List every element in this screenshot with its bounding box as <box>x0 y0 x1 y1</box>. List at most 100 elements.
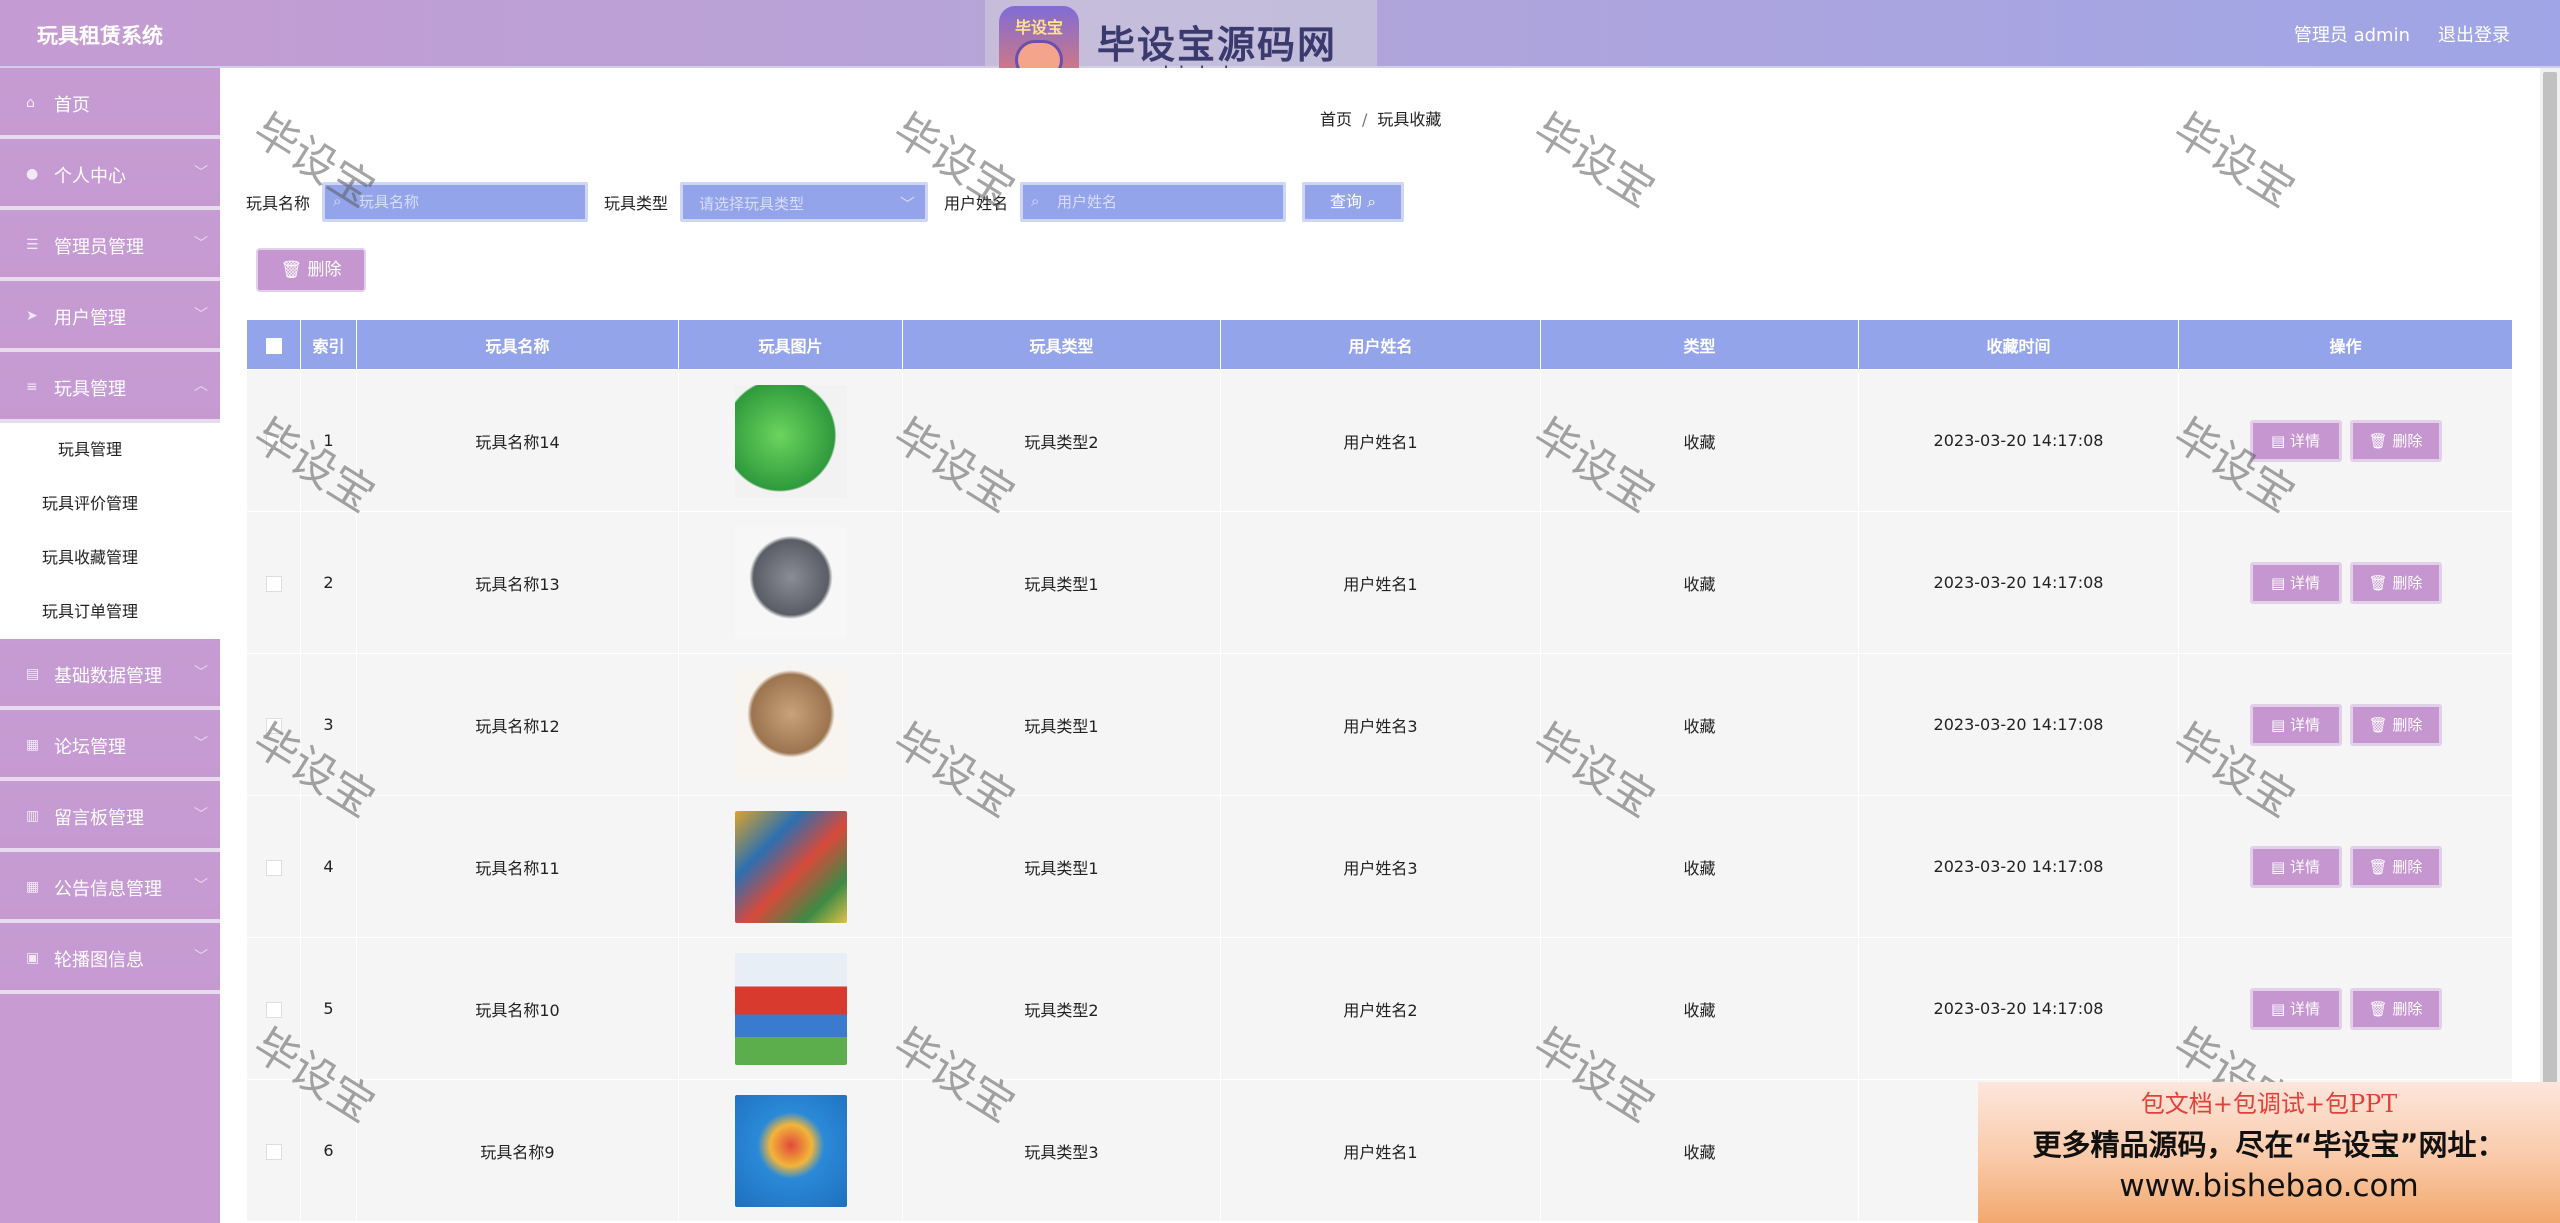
detail-button[interactable]: ▤ 详情 <box>2249 561 2342 604</box>
delete-row-button[interactable]: 🗑 删除 <box>2349 419 2442 462</box>
cell-kind: 收藏 <box>1540 369 1859 512</box>
cell-favorite-time: 2023-03-20 14:17:08 <box>1858 795 2179 938</box>
delete-row-button[interactable]: 🗑 删除 <box>2349 561 2442 604</box>
toy-image[interactable] <box>734 952 847 1065</box>
cell-user-name: 用户姓名1 <box>1220 1079 1541 1222</box>
sidebar-item-basic-data[interactable]: ▤ 基础数据管理 ﹀ <box>0 642 220 710</box>
logout-link[interactable]: 退出登录 <box>2438 21 2510 47</box>
cell-kind: 收藏 <box>1540 1079 1859 1222</box>
cell-favorite-time: 2023-03-20 14:17:08 <box>1858 511 2179 654</box>
cell-index: 4 <box>300 795 357 938</box>
logo-badge-text: 毕设宝 <box>1014 18 1063 37</box>
detail-button-label: 详情 <box>2289 431 2320 450</box>
toy-image[interactable] <box>734 668 847 781</box>
toy-image[interactable] <box>734 810 847 923</box>
sidebar-item-forum[interactable]: ▦ 论坛管理 ﹀ <box>0 713 220 781</box>
admin-label[interactable]: 管理员 admin <box>2294 21 2410 47</box>
chevron-down-icon: ﹀ <box>194 307 208 323</box>
sidebar-item-toy-management[interactable]: ≡ 玩具管理 ︿ <box>0 355 220 423</box>
table-row: 1 玩具名称14 玩具类型2 用户姓名1 收藏 2023-03-20 14:17… <box>246 369 2513 512</box>
cell-favorite-time: 2023-03-20 14:17:08 <box>1858 937 2179 1080</box>
breadcrumb-home[interactable]: 首页 <box>1320 110 1352 129</box>
sidebar-item-carousel[interactable]: ▣ 轮播图信息 ﹀ <box>0 926 220 994</box>
sidebar-item-message-board[interactable]: ▥ 留言板管理 ﹀ <box>0 784 220 852</box>
breadcrumb-current: 玩具收藏 <box>1377 110 1442 129</box>
user-icon: ● <box>26 166 39 182</box>
cell-toy-image <box>678 369 903 512</box>
table-header-row: 索引 玩具名称 玩具图片 玩具类型 用户姓名 类型 收藏时间 操作 <box>246 319 2513 370</box>
row-checkbox[interactable] <box>265 859 282 876</box>
column-header-toy-name: 玩具名称 <box>356 319 679 370</box>
user-name-input[interactable] <box>1023 185 1284 219</box>
select-all-checkbox[interactable] <box>265 337 282 354</box>
document-icon: ▤ <box>2271 999 2290 1018</box>
row-select-cell <box>246 369 301 512</box>
sidebar-item-label: 个人中心 <box>54 166 126 187</box>
delete-row-button[interactable]: 🗑 删除 <box>2349 987 2442 1030</box>
row-checkbox[interactable] <box>265 575 282 592</box>
page-scrollbar[interactable] <box>2540 68 2560 1223</box>
promo-line-3: www.bishebao.com <box>2119 1168 2419 1204</box>
detail-button[interactable]: ▤ 详情 <box>2249 703 2342 746</box>
toy-type-select[interactable]: 请选择玩具类型 ﹀ <box>680 182 929 222</box>
batch-delete-button[interactable]: 🗑 删除 <box>256 248 366 292</box>
toy-name-label: 玩具名称 <box>246 194 311 213</box>
row-checkbox[interactable] <box>265 1001 282 1018</box>
detail-button[interactable]: ▤ 详情 <box>2249 987 2342 1030</box>
row-select-cell <box>246 511 301 654</box>
cell-kind: 收藏 <box>1540 795 1859 938</box>
document-icon: ▤ <box>2271 573 2290 592</box>
search-icon: ⌕ <box>1031 192 1040 210</box>
submenu-item-toy-management[interactable]: 玩具管理 <box>0 423 220 477</box>
sidebar-item-label: 轮播图信息 <box>54 950 144 971</box>
column-header-toy-image: 玩具图片 <box>678 319 903 370</box>
delete-row-button-label: 删除 <box>2392 431 2423 450</box>
cell-user-name: 用户姓名3 <box>1220 653 1541 796</box>
cell-actions: ▤ 详情 🗑 删除 <box>2178 653 2513 796</box>
toy-image[interactable] <box>734 526 847 639</box>
database-icon: ▤ <box>26 666 40 682</box>
row-select-cell <box>246 1079 301 1222</box>
toy-image[interactable] <box>734 1094 847 1207</box>
sidebar: ⌂ 首页 ● 个人中心 ﹀ ☰ 管理员管理 ﹀ ➤ 用户管理 ﹀ ≡ 玩具管理 … <box>0 68 220 1223</box>
sidebar-item-home[interactable]: ⌂ 首页 <box>0 71 220 139</box>
submenu-item-toy-review[interactable]: 玩具评价管理 <box>0 477 220 531</box>
row-checkbox[interactable] <box>265 1143 282 1160</box>
row-checkbox[interactable] <box>265 717 282 734</box>
cell-favorite-time: 2023-03-20 14:17:08 <box>1858 653 2179 796</box>
toy-image[interactable] <box>734 384 847 497</box>
detail-button[interactable]: ▤ 详情 <box>2249 419 2342 462</box>
cell-toy-type: 玩具类型3 <box>902 1079 1221 1222</box>
query-button[interactable]: 查询 ⌕ <box>1302 182 1405 222</box>
cell-index: 2 <box>300 511 357 654</box>
cell-toy-type: 玩具类型2 <box>902 369 1221 512</box>
cell-user-name: 用户姓名3 <box>1220 795 1541 938</box>
sidebar-item-personal-center[interactable]: ● 个人中心 ﹀ <box>0 142 220 210</box>
chevron-down-icon: ﹀ <box>194 807 208 823</box>
send-icon: ➤ <box>26 308 38 324</box>
chevron-down-icon: ﹀ <box>194 165 208 181</box>
scrollbar-thumb[interactable] <box>2543 72 2557 1162</box>
table-row: 4 玩具名称11 玩具类型1 用户姓名3 收藏 2023-03-20 14:17… <box>246 795 2513 938</box>
row-checkbox[interactable] <box>265 433 282 450</box>
breadcrumb-separator: / <box>1362 110 1368 129</box>
user-name-field: ⌕ <box>1020 182 1287 222</box>
sidebar-item-user-management[interactable]: ➤ 用户管理 ﹀ <box>0 284 220 352</box>
submenu-item-toy-orders[interactable]: 玩具订单管理 <box>0 585 220 639</box>
delete-row-button[interactable]: 🗑 删除 <box>2349 703 2442 746</box>
promo-line-1: 包文档+包调试+包PPT <box>2140 1090 2398 1118</box>
toy-name-input[interactable] <box>325 185 586 219</box>
detail-button[interactable]: ▤ 详情 <box>2249 845 2342 888</box>
sidebar-item-announcements[interactable]: ▦ 公告信息管理 ﹀ <box>0 855 220 923</box>
column-header-user-name: 用户姓名 <box>1220 319 1541 370</box>
cell-index: 5 <box>300 937 357 1080</box>
user-name-label: 用户姓名 <box>944 194 1009 213</box>
submenu-item-toy-favorites[interactable]: 玩具收藏管理 <box>0 531 220 585</box>
column-header-actions: 操作 <box>2178 319 2513 370</box>
sidebar-item-admin-management[interactable]: ☰ 管理员管理 ﹀ <box>0 213 220 281</box>
breadcrumb: 首页 / 玩具收藏 <box>1320 106 1441 130</box>
delete-row-button[interactable]: 🗑 删除 <box>2349 845 2442 888</box>
detail-button-label: 详情 <box>2289 857 2320 876</box>
trash-icon: 🗑 <box>280 260 303 280</box>
row-select-cell <box>246 653 301 796</box>
